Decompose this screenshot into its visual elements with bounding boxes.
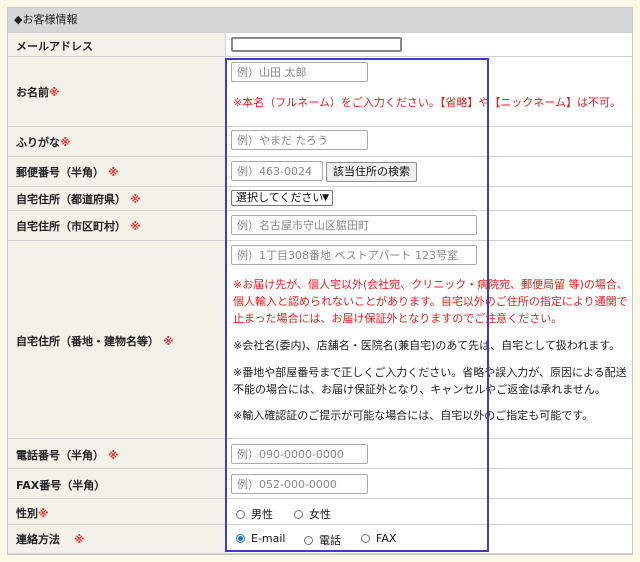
label-city: 自宅住所（市区町村） ※ [16, 220, 141, 233]
contact-option-email[interactable]: E-mail [236, 532, 286, 545]
label-fax: FAX番号（半角） [16, 479, 106, 492]
label-postal: 郵便番号（半角） ※ [16, 166, 119, 179]
label-contact: 連絡方法 ※ [16, 533, 85, 546]
contact-option-label: E-mail [251, 532, 286, 545]
radio-icon [294, 509, 303, 519]
postal-code-field[interactable]: 例）463-0024 [231, 161, 323, 181]
gender-option-label: 男性 [251, 508, 273, 521]
prefecture-selected-value: 選択してください [236, 191, 324, 204]
label-name: お名前※ [16, 86, 60, 99]
street-note-line-1: ※お届け先が、個人宅以外(会社宛、クリニック・病院宛、郵便局留 等)の場合、 [233, 278, 628, 291]
section-header: ◆お客様情報 [8, 8, 632, 32]
label-street: 自宅住所（番地・建物名等） ※ [16, 335, 174, 348]
contact-option-label: FAX [376, 532, 397, 545]
contact-option-phone[interactable]: 電話 [304, 532, 341, 548]
street-note-import: ※輸入確認証のご提示が可能な場合には、自宅以外のご指定も可能です。 [233, 409, 594, 422]
street-note-company: ※会社名(委内)、店舗名・医院名(兼自宅)のあて先は、自宅として扱われます。 [233, 339, 621, 352]
street-note-line-3: 止まった場合には、お届け保証外となりますのでご注意ください。 [233, 312, 563, 325]
label-prefecture: 自宅住所（都道府県） ※ [16, 193, 141, 206]
gender-option-label: 女性 [309, 508, 331, 521]
label-phone: 電話番号（半角） ※ [16, 449, 119, 462]
radio-icon [304, 535, 313, 545]
gender-option-male[interactable]: 男性 [236, 506, 273, 522]
street-field[interactable]: 例）1丁目308番地 ベストアパート 123号室 [231, 245, 477, 265]
city-field[interactable]: 例）名古屋市守山区脇田町 [231, 215, 477, 235]
radio-icon [236, 509, 245, 519]
contact-option-label: 電話 [319, 534, 341, 547]
street-note-line-2: 個人輸入と認められないことがあります。自宅以外のご住所の指定により通関で [233, 295, 628, 308]
name-note: ※本名（フルネーム）をご入力ください。【省略】や【ニックネーム】は不可。 [233, 96, 622, 109]
phone-field[interactable]: 例）090-0000-0000 [231, 444, 368, 464]
street-note-missing-1: ※番地や部屋番号まで正しくご入力ください。省略や誤入力が、原因による配送 [233, 366, 627, 379]
name-field[interactable]: 例）山田 太郎 [231, 62, 368, 82]
label-furigana: ふりがな※ [16, 136, 71, 149]
label-gender: 性別※ [16, 507, 49, 520]
radio-selected-icon [236, 534, 245, 543]
furigana-field[interactable]: 例）やまだ たろう [231, 130, 368, 150]
prefecture-select[interactable]: 選択してください ▼ [231, 190, 333, 206]
label-email: メールアドレス [16, 40, 93, 53]
fax-field[interactable]: 例）052-000-0000 [231, 474, 368, 494]
chevron-down-icon: ▼ [322, 193, 329, 203]
radio-icon [361, 534, 370, 543]
street-note-missing-2: 不能の場合には、お届け保証外となり、キャンセルやご返金は承れません。 [233, 383, 606, 396]
address-search-button[interactable]: 該当住所の検索 [326, 162, 417, 182]
email-field[interactable] [231, 37, 402, 52]
contact-option-fax[interactable]: FAX [361, 532, 396, 545]
gender-option-female[interactable]: 女性 [294, 506, 331, 522]
